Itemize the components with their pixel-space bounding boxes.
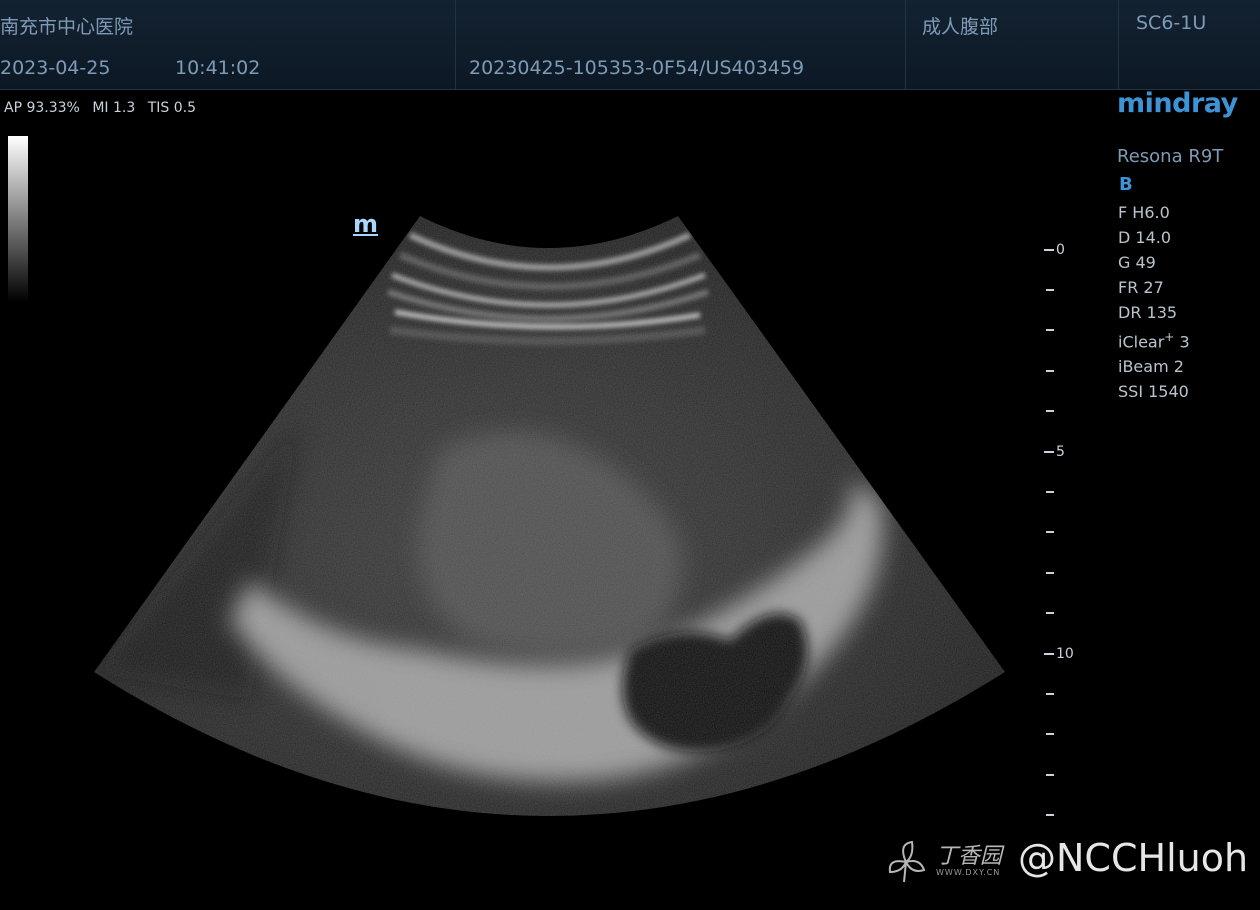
- device-model: Resona R9T: [1117, 146, 1224, 167]
- param-depth: D 14.0: [1118, 228, 1172, 247]
- imaging-parameters: F H6.0 D 14.0 G 49 FR 27 DR 135 iClear+ …: [1118, 200, 1190, 404]
- param-ssi: SSI 1540: [1118, 382, 1189, 402]
- depth-tick: [1044, 653, 1054, 655]
- param-iclear-label: iClear: [1118, 332, 1165, 352]
- ultrasound-image: [94, 216, 1005, 816]
- depth-tick: [1046, 491, 1054, 493]
- param-dynamic-range: DR 135: [1118, 303, 1178, 322]
- param-iclear-value: 3: [1174, 332, 1190, 352]
- depth-tick: [1046, 572, 1054, 574]
- depth-tick: [1046, 329, 1054, 331]
- depth-tick: [1046, 289, 1054, 291]
- param-frequency: F H6.0: [1118, 203, 1170, 222]
- param-iclear: iClear+ 3: [1118, 325, 1190, 354]
- watermark-url: WWW.DXY.CN: [936, 868, 1001, 877]
- param-gain: G 49: [1118, 253, 1156, 272]
- depth-tick: [1046, 370, 1054, 372]
- depth-tick: [1046, 612, 1054, 614]
- depth-label: 5: [1056, 444, 1065, 460]
- watermark-site: 丁香园: [936, 844, 1003, 869]
- depth-tick: [1046, 693, 1054, 695]
- imaging-mode: B: [1119, 174, 1133, 195]
- depth-tick: [1046, 410, 1054, 412]
- depth-tick: [1044, 451, 1054, 453]
- param-iclear-plus: +: [1164, 330, 1175, 344]
- watermark: 丁香园 WWW.DXY.CN @NCCHluoh: [884, 834, 1260, 890]
- depth-tick: [1046, 814, 1054, 816]
- mindray-logo: mindray: [1117, 88, 1238, 119]
- depth-tick: [1046, 531, 1054, 533]
- depth-tick: [1046, 733, 1054, 735]
- depth-tick: [1044, 249, 1054, 251]
- param-ibeam: iBeam 2: [1118, 357, 1184, 377]
- depth-label: 0: [1056, 242, 1065, 258]
- depth-label: 10: [1056, 646, 1074, 662]
- watermark-handle: @NCCHluoh: [1018, 836, 1249, 880]
- depth-tick: [1046, 774, 1054, 776]
- param-frame-rate: FR 27: [1118, 278, 1164, 297]
- flower-icon: [888, 840, 926, 883]
- orientation-marker: m: [353, 210, 379, 238]
